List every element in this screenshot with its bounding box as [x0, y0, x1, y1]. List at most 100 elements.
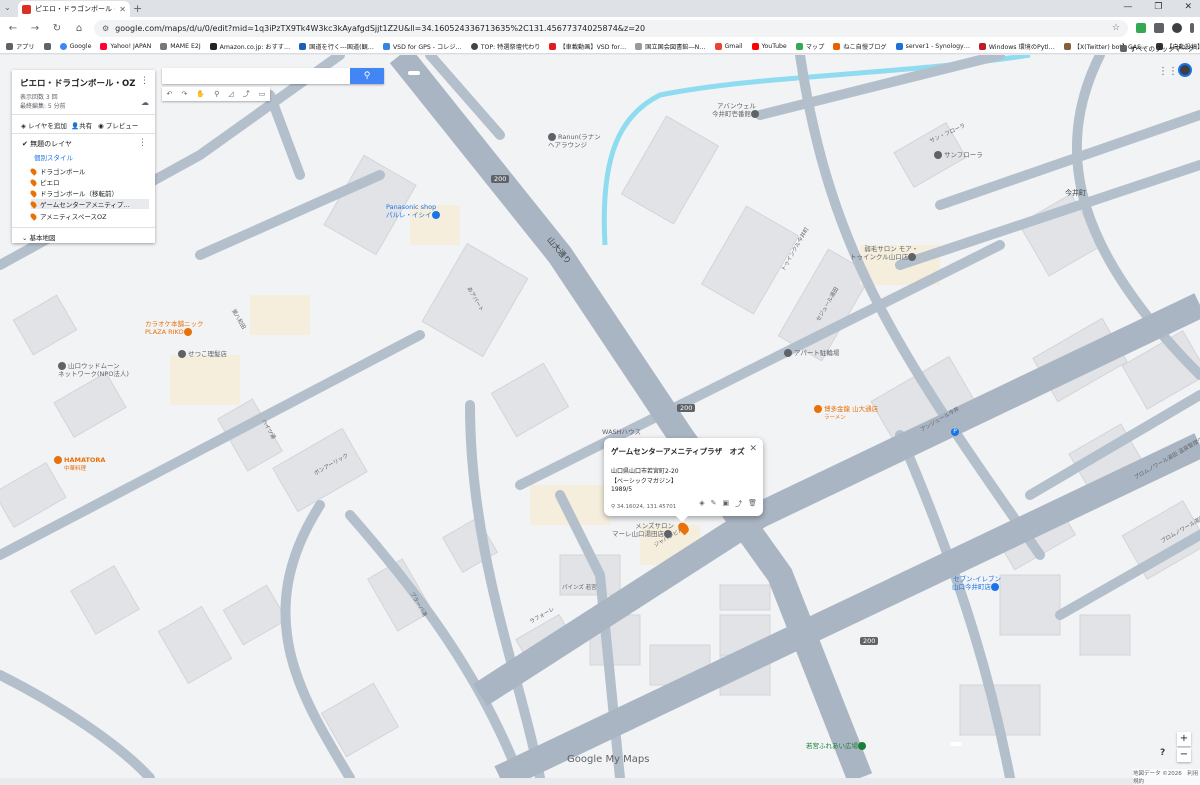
profile-avatar[interactable]: [1172, 23, 1182, 33]
poi-seven-eleven[interactable]: セブン-イレブン 山口今井町店: [952, 575, 1001, 591]
forward-icon[interactable]: →: [28, 23, 42, 34]
map-options-icon[interactable]: ⋮: [140, 76, 149, 86]
poi-hakata[interactable]: 博多金龍 山大通店 ラーメン: [814, 405, 878, 422]
layer-item[interactable]: ピエロ: [29, 177, 149, 187]
bookmark-item[interactable]: Yahoo! JAPAN: [100, 42, 151, 50]
poi-washhouse[interactable]: WASHハウス: [602, 428, 641, 436]
style-bucket-icon[interactable]: ◈: [699, 499, 704, 509]
bookmark-item[interactable]: VSD for GPS - コレジ…: [382, 42, 462, 51]
new-tab-button[interactable]: +: [133, 2, 142, 15]
store-icon: [991, 583, 999, 591]
tab-search-icon[interactable]: ⌄: [4, 3, 14, 13]
poi-panasonic[interactable]: Panasonic shop パルレ・イシイ: [386, 203, 442, 219]
route-icon[interactable]: ⤴: [735, 499, 742, 509]
bookmark-item[interactable]: YouTube: [751, 42, 787, 50]
tab-close-icon[interactable]: ✕: [119, 5, 126, 14]
bookmark-item[interactable]: TOP: 特選祭壇代わり: [470, 42, 540, 51]
ruler-icon[interactable]: ▭: [259, 90, 266, 98]
apps-icon[interactable]: ⋮⋮: [1158, 66, 1178, 77]
extensions-icon[interactable]: [1154, 23, 1164, 33]
divider: [12, 114, 155, 115]
poi-yamaguchi-wood[interactable]: 山口ウッドムーン ネットワーク(NPO法人): [58, 362, 129, 378]
base-map-toggle[interactable]: ⌄ 基本地図: [22, 232, 56, 242]
share-button[interactable]: 👤共有: [71, 120, 92, 130]
eye-icon: ◉: [98, 122, 104, 130]
parking-icon[interactable]: P: [951, 428, 959, 436]
menu-icon[interactable]: [1190, 23, 1194, 33]
bookmark-item[interactable]: マップ: [795, 42, 824, 51]
route-icon[interactable]: ⤴: [243, 89, 250, 99]
bookmark-item[interactable]: MAME E2J: [160, 42, 201, 50]
individual-style-link[interactable]: 個別スタイル: [34, 152, 73, 162]
redo-icon[interactable]: ↷: [181, 90, 187, 98]
info-coordinates[interactable]: ⚲ 34.16024, 131.45701: [611, 504, 676, 510]
area-label-imaicho: 今井町: [1065, 189, 1086, 197]
window-close-icon[interactable]: ✕: [1184, 2, 1192, 12]
bookmark-item[interactable]: 国立国会図書館―N…: [635, 42, 706, 51]
layer-item[interactable]: ドラゴンボール: [29, 166, 149, 176]
restore-icon[interactable]: ❐: [1154, 2, 1162, 12]
bookmark-item[interactable]: Windows 環境のPytl…: [978, 42, 1055, 51]
layer-options-icon[interactable]: ⋮: [138, 138, 147, 148]
layer-item[interactable]: アメニティスペースOZ: [29, 211, 149, 221]
map-copyright[interactable]: 地図データ ©2026 利用規約: [1133, 769, 1200, 785]
browser-tab[interactable]: ピエロ・ドラゴンボール・OZ（山口… ✕: [18, 1, 130, 17]
minimize-icon[interactable]: —: [1123, 2, 1132, 12]
polygon-icon[interactable]: ◿: [228, 90, 233, 98]
back-icon[interactable]: ←: [6, 23, 20, 34]
zoom-in-button[interactable]: +: [1177, 732, 1191, 746]
poi-ranun[interactable]: Ranun(ラナン ヘアラウンジ: [548, 133, 601, 149]
bookmark-item[interactable]: [43, 42, 51, 50]
bookmark-item[interactable]: ねこ自慢ブログ: [833, 42, 887, 51]
map-title[interactable]: ピエロ・ドラゴンボール・OZ（…: [20, 77, 138, 89]
add-layer-button[interactable]: ◈ レイヤを追加: [21, 120, 67, 130]
checkbox-icon[interactable]: ✔: [22, 140, 28, 148]
preview-button[interactable]: ◉ プレビュー: [98, 120, 138, 130]
poi-apan[interactable]: アバンウェル 今井町壱番館: [712, 102, 761, 118]
extension-check-icon[interactable]: [1136, 23, 1146, 33]
home-icon[interactable]: ⌂: [72, 23, 86, 34]
bookmark-item[interactable]: 【車載動画】VSD for…: [549, 42, 626, 51]
close-icon[interactable]: ✕: [749, 444, 757, 454]
park-icon: [858, 742, 866, 750]
delete-icon[interactable]: 🗑: [748, 499, 757, 509]
poi-apart-parking[interactable]: アパート駐輪場: [784, 349, 839, 357]
poi-salon-moa[interactable]: 弱毛サロン モア・ トゥインクル山口店: [850, 245, 918, 261]
reload-icon[interactable]: ↻: [50, 23, 64, 34]
bookmark-item[interactable]: server1 - Synology…: [895, 42, 970, 50]
edit-icon[interactable]: ✎: [711, 499, 717, 509]
traffic-signal-icon: [950, 742, 962, 746]
all-bookmarks-button[interactable]: すべてのブックマーク: [1119, 43, 1194, 53]
bookmark-item[interactable]: アプリ: [6, 42, 35, 51]
address-bar[interactable]: ⚙ google.com/maps/d/u/0/edit?mid=1q3iPzT…: [94, 19, 1128, 37]
poi-sunflora[interactable]: サンフローラ: [934, 151, 983, 159]
info-address: 山口県山口市若宮町2-20: [611, 468, 679, 475]
account-avatar[interactable]: [1178, 63, 1192, 77]
undo-icon[interactable]: ↶: [167, 90, 173, 98]
bookmark-star-icon[interactable]: ☆: [1112, 23, 1120, 33]
help-icon[interactable]: ?: [1160, 748, 1165, 758]
google-my-maps-logo: Google My Maps: [567, 754, 650, 765]
bookmark-item[interactable]: Amazon.co.jp: おすす…: [209, 42, 290, 51]
map-canvas[interactable]: 200 200 200 山大通り Ranun(ラナン ヘアラウンジ アバンウェル…: [0, 55, 1200, 778]
poi-hamatora[interactable]: HAMATORA 中華料理: [54, 456, 105, 473]
bookmark-item[interactable]: Google: [59, 42, 91, 50]
hand-icon[interactable]: ✋: [196, 90, 205, 98]
poi-wakamiya-park[interactable]: 若宮ふれあい広場: [806, 742, 868, 750]
layer-item-selected[interactable]: ゲームセンターアメニティプ…: [29, 199, 149, 209]
window-controls: — ❐ ✕: [1123, 2, 1192, 12]
bookmark-item[interactable]: Gmail: [714, 42, 743, 50]
url-text[interactable]: google.com/maps/d/u/0/edit?mid=1q3iPzTX9…: [115, 24, 1106, 33]
bookmark-item[interactable]: 国道を行く---国道(観…: [299, 42, 374, 51]
zoom-out-button[interactable]: −: [1177, 748, 1191, 762]
poi-setsuko[interactable]: せつこ理髪店: [178, 350, 227, 358]
layers-icon: ◈: [21, 122, 26, 130]
layer-header[interactable]: ✔ 無題のレイヤ: [22, 139, 72, 149]
poi-karaoke[interactable]: カラオケ本舗ニック PLAZA RIKO: [145, 320, 204, 336]
route-200-label: 200: [491, 175, 510, 183]
camera-icon[interactable]: ▣: [722, 499, 729, 509]
marker-icon[interactable]: ⚲: [214, 90, 219, 98]
layer-item[interactable]: ドラゴンボール（移転前）: [29, 188, 149, 198]
search-button[interactable]: ⚲: [350, 68, 384, 84]
site-info-icon[interactable]: ⚙: [102, 24, 109, 33]
